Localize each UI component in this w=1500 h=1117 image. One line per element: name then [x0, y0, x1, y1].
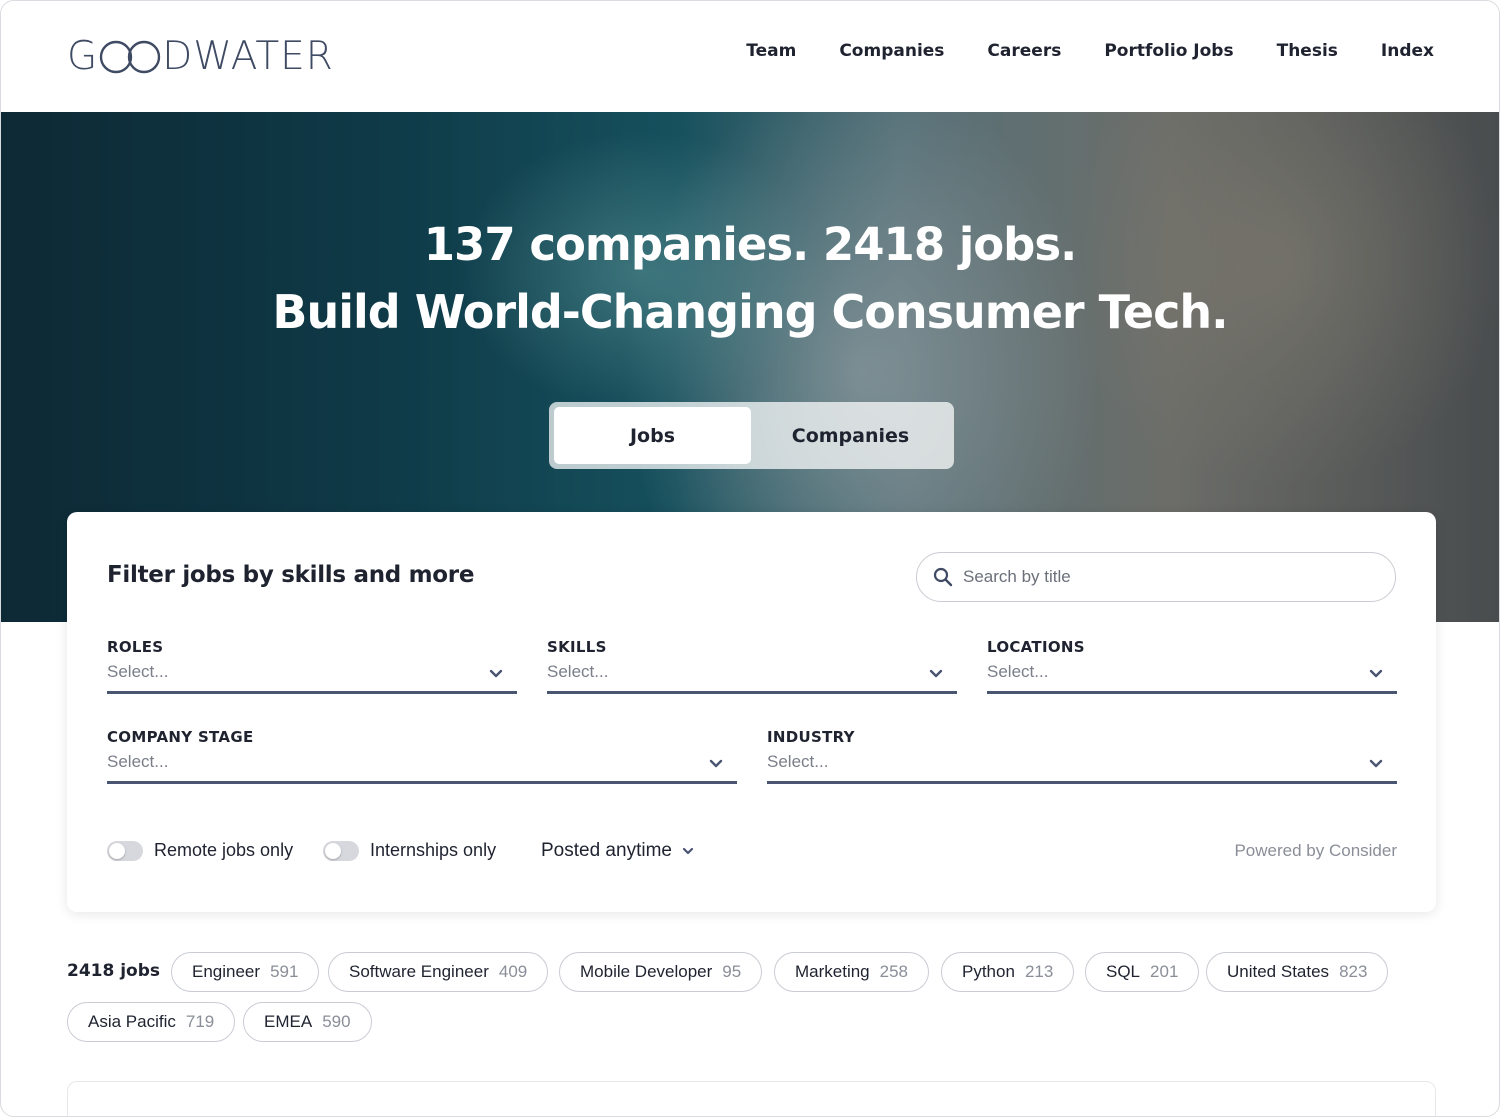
industry-label: INDUSTRY: [767, 728, 855, 746]
hero-headline: 137 companies. 2418 jobs.: [423, 218, 1078, 271]
chevron-down-icon: [682, 847, 694, 854]
logo-infinity-mark: [99, 40, 161, 74]
site-header: G DWATER Team Companies Careers Portfolio…: [1, 1, 1499, 112]
search-icon: [933, 567, 953, 587]
chip-label: United States: [1227, 962, 1330, 981]
chip-label: Software Engineer: [349, 962, 489, 981]
nav-thesis[interactable]: Thesis: [1277, 41, 1338, 61]
posted-label: Posted anytime: [541, 840, 672, 861]
chip-sql[interactable]: SQL 201: [1085, 952, 1200, 992]
internships-label: Internships only: [370, 840, 497, 860]
roles-label: ROLES: [107, 638, 164, 656]
tab-jobs[interactable]: Jobs: [554, 407, 751, 464]
filter-title: Filter jobs by skills and more: [107, 562, 475, 588]
chip-label: Asia Pacific: [88, 1012, 176, 1031]
chip-emea[interactable]: EMEA 590: [243, 1002, 372, 1042]
chip-count: 823: [1339, 962, 1368, 981]
chip-count: 201: [1150, 962, 1179, 981]
chip-count: 719: [185, 1012, 215, 1031]
skills-label: SKILLS: [547, 638, 607, 656]
powered-by-link[interactable]: Powered by Consider: [1234, 841, 1397, 861]
locations-field: LOCATIONS Select...: [987, 638, 1397, 694]
chevron-down-icon: [929, 669, 943, 678]
options-row: Remote jobs only Internships only Posted…: [107, 840, 1397, 864]
industry-select[interactable]: Select...: [767, 752, 1397, 784]
company-stage-placeholder: Select...: [107, 752, 169, 771]
skills-field: SKILLS Select...: [547, 638, 957, 694]
remote-label: Remote jobs only: [154, 840, 294, 860]
chevron-down-icon: [1369, 669, 1383, 678]
search-box[interactable]: [916, 552, 1396, 602]
industry-placeholder: Select...: [767, 752, 829, 771]
page-frame: G DWATER Team Companies Careers Portfolio…: [0, 0, 1500, 1117]
main-nav: Team Companies Careers Portfolio Jobs Th…: [746, 41, 1434, 61]
locations-select[interactable]: Select...: [987, 662, 1397, 694]
roles-placeholder: Select...: [107, 662, 169, 681]
roles-select[interactable]: Select...: [107, 662, 517, 694]
remote-toggle[interactable]: [107, 841, 143, 861]
chip-label: Marketing: [795, 962, 870, 981]
chip-count: 95: [722, 962, 742, 981]
industry-field: INDUSTRY Select...: [767, 728, 1397, 784]
filter-card: Filter jobs by skills and more ROLES Sel…: [67, 512, 1436, 912]
chip-label: Python: [962, 962, 1015, 981]
nav-index[interactable]: Index: [1381, 41, 1434, 61]
chevron-down-icon: [489, 669, 503, 678]
chip-mobile-developer[interactable]: Mobile Developer 95: [559, 952, 763, 992]
tab-companies[interactable]: Companies: [752, 407, 949, 464]
goodwater-logo[interactable]: G DWATER: [67, 34, 334, 79]
jobs-count: 2418 jobs: [67, 961, 161, 981]
chip-software-engineer[interactable]: Software Engineer 409: [328, 952, 549, 992]
chip-label: SQL: [1106, 962, 1141, 981]
chip-count: 213: [1024, 962, 1054, 981]
chip-label: EMEA: [264, 1012, 313, 1031]
skills-placeholder: Select...: [547, 662, 609, 681]
chip-united-states[interactable]: United States 823: [1206, 952, 1389, 992]
internships-toggle[interactable]: [323, 841, 359, 861]
company-stage-label: COMPANY STAGE: [107, 728, 254, 746]
nav-careers[interactable]: Careers: [987, 41, 1061, 61]
results-list-card: [67, 1081, 1436, 1116]
chevron-down-icon: [1369, 759, 1383, 768]
roles-field: ROLES Select...: [107, 638, 517, 694]
company-stage-select[interactable]: Select...: [107, 752, 737, 784]
chip-count: 409: [498, 962, 528, 981]
chip-marketing[interactable]: Marketing 258: [774, 952, 930, 992]
nav-team[interactable]: Team: [746, 41, 796, 61]
company-stage-field: COMPANY STAGE Select...: [107, 728, 737, 784]
chip-count: 258: [879, 962, 909, 981]
chip-label: Engineer: [192, 962, 261, 981]
nav-portfolio-jobs[interactable]: Portfolio Jobs: [1104, 41, 1233, 61]
skills-select[interactable]: Select...: [547, 662, 957, 694]
chevron-down-icon: [709, 759, 723, 768]
locations-placeholder: Select...: [987, 662, 1049, 681]
chip-asia-pacific[interactable]: Asia Pacific 719: [67, 1002, 236, 1042]
jobs-companies-toggle: Jobs Companies: [549, 402, 954, 469]
chip-label: Mobile Developer: [580, 962, 713, 981]
chip-python[interactable]: Python 213: [941, 952, 1075, 992]
posted-dropdown[interactable]: Posted anytime: [541, 840, 694, 862]
chip-count: 591: [270, 962, 299, 981]
nav-companies[interactable]: Companies: [839, 41, 944, 61]
chip-engineer[interactable]: Engineer 591: [171, 952, 320, 992]
search-input[interactable]: [963, 567, 1363, 587]
hero-subheadline: Build World-Changing Consumer Tech.: [272, 285, 1228, 339]
locations-label: LOCATIONS: [987, 638, 1085, 656]
chip-count: 590: [322, 1012, 351, 1031]
